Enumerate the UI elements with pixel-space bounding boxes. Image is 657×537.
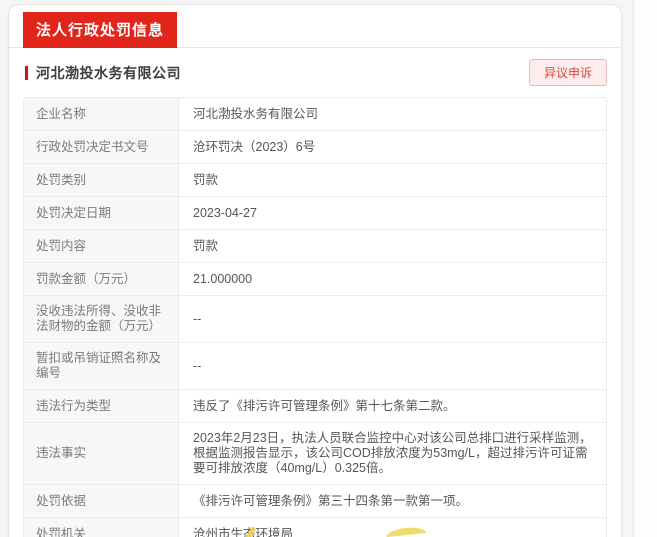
page-gutter (633, 0, 657, 537)
row-value: 罚款 (193, 238, 219, 253)
table-row: 处罚机关 沧州市生态环境局 (24, 518, 606, 537)
row-value: 沧环罚决（2023）6号 (193, 139, 316, 154)
row-label: 处罚机关 (24, 518, 179, 537)
row-label: 没收违法所得、没收非法财物的金额（万元） (24, 296, 179, 342)
table-row: 行政处罚决定书文号 沧环罚决（2023）6号 (24, 131, 606, 164)
table-row: 违法行为类型 违反了《排污许可管理条例》第十七条第二款。 (24, 390, 606, 423)
table-row: 违法事实 2023年2月23日，执法人员联合监控中心对该公司总排口进行采样监测，根… (24, 423, 606, 485)
penalty-table: 企业名称 河北渤投水务有限公司 行政处罚决定书文号 沧环罚决（2023）6号 处罚类别罚… (23, 97, 607, 537)
table-row: 罚款金额（万元） 21.000000 (24, 263, 606, 296)
table-row: 处罚类别 罚款 (24, 164, 606, 197)
company-title-group: 河北渤投水务有限公司 (25, 63, 181, 83)
page-header: 法人行政处罚信息 (9, 5, 621, 48)
row-value: 《排污许可管理条例》第三十四条第一款第一项。 (193, 493, 469, 508)
row-label: 处罚类别 (24, 164, 179, 196)
table-row: 暂扣或吊销证照名称及编号 -- (24, 343, 606, 390)
row-label: 处罚决定日期 (24, 197, 179, 229)
table-row: 处罚决定日期 2023-04-27 (24, 197, 606, 230)
table-row: 没收违法所得、没收非法财物的金额（万元） -- (24, 296, 606, 343)
row-value: 罚款 (193, 172, 219, 187)
page-title-tab: 法人行政处罚信息 (23, 12, 178, 48)
row-value: -- (193, 311, 202, 326)
table-row: 处罚内容 罚款 (24, 230, 606, 263)
table-row: 企业名称 河北渤投水务有限公司 (24, 98, 606, 131)
row-value: 2023-04-27 (193, 205, 257, 220)
table-row: 处罚依据 《排污许可管理条例》第三十四条第一款第一项。 (24, 485, 606, 518)
row-label: 行政处罚决定书文号 (24, 131, 179, 163)
row-label: 处罚内容 (24, 230, 179, 262)
row-label: 违法行为类型 (24, 390, 179, 422)
row-value: 河北渤投水务有限公司 (193, 106, 319, 121)
row-label: 企业名称 (24, 98, 179, 130)
company-name-title: 河北渤投水务有限公司 (36, 64, 181, 81)
penalty-info-card: 法人行政处罚信息 河北渤投水务有限公司 异议申诉 企业名称 河北渤投水务有限公司行… (8, 4, 622, 537)
row-value: 2023年2月23日，执法人员联合监控中心对该公司总排口进行采样监测，根据监测报… (193, 431, 592, 475)
row-label: 罚款金额（万元） (24, 263, 179, 295)
appeal-button[interactable]: 异议申诉 (528, 59, 607, 86)
row-value: 21.000000 (193, 271, 253, 286)
row-label: 暂扣或吊销证照名称及编号 (24, 343, 179, 389)
company-section-header: 河北渤投水务有限公司 异议申诉 (9, 48, 621, 96)
red-accent-bar-icon (25, 65, 28, 80)
row-label: 违法事实 (24, 423, 179, 484)
row-label: 处罚依据 (24, 485, 179, 517)
row-value: -- (193, 358, 202, 373)
row-value: 违反了《排污许可管理条例》第十七条第二款。 (193, 398, 456, 413)
